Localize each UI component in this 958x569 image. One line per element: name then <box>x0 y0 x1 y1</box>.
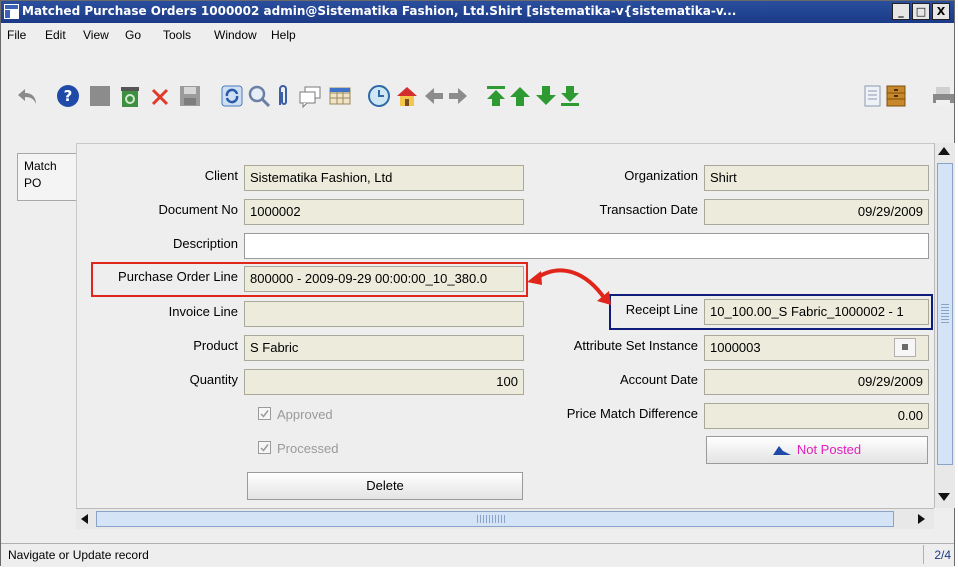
document-no-field[interactable]: 1000002 <box>244 199 524 225</box>
report-icon[interactable] <box>859 83 885 109</box>
history-icon[interactable] <box>366 83 392 109</box>
record-position[interactable]: 2/4 <box>923 545 953 564</box>
description-label: Description <box>172 236 238 251</box>
document-no-label: Document No <box>158 202 238 217</box>
refresh-icon[interactable] <box>219 83 245 109</box>
status-bar: Navigate or Update record 2/4 <box>1 543 954 567</box>
description-input[interactable] <box>244 233 929 259</box>
invoice-line-field[interactable] <box>244 301 524 327</box>
archive-icon[interactable] <box>883 83 909 109</box>
vertical-scrollbar[interactable] <box>934 143 955 508</box>
svg-text:?: ? <box>64 87 73 105</box>
menu-edit[interactable]: Edit <box>45 28 66 42</box>
save-icon[interactable] <box>177 83 203 109</box>
attribute-set-label: Attribute Set Instance <box>573 338 698 353</box>
approved-checkbox[interactable]: Approved <box>258 407 333 422</box>
not-posted-button[interactable]: Not Posted <box>706 436 928 464</box>
menu-view[interactable]: View <box>83 28 109 42</box>
organization-field[interactable]: Shirt <box>704 165 929 191</box>
home-icon[interactable] <box>394 83 420 109</box>
grid-toggle-icon[interactable] <box>327 83 353 109</box>
processed-checkbox[interactable]: Processed <box>258 441 338 456</box>
scroll-right-icon[interactable] <box>918 514 925 524</box>
menu-tools[interactable]: Tools <box>163 28 191 42</box>
scroll-down-icon[interactable] <box>938 493 950 501</box>
scroll-left-icon[interactable] <box>81 514 88 524</box>
account-date-field[interactable]: 09/29/2009 <box>704 369 929 395</box>
product-label: Product <box>193 338 238 353</box>
scroll-up-icon[interactable] <box>938 147 950 155</box>
organization-label: Organization <box>624 168 698 183</box>
menu-go[interactable]: Go <box>125 28 141 42</box>
approved-check-icon <box>258 407 271 420</box>
application-window: Matched Purchase Orders 1000002 admin@Si… <box>0 0 955 567</box>
detail-right-icon[interactable] <box>445 83 471 109</box>
product-field[interactable]: S Fabric <box>244 335 524 361</box>
tab-match-po[interactable]: Match PO <box>17 153 76 201</box>
transaction-date-label: Transaction Date <box>599 202 698 217</box>
thumb-grip-icon <box>941 304 949 324</box>
price-match-label: Price Match Difference <box>566 406 698 421</box>
title-bar: Matched Purchase Orders 1000002 admin@Si… <box>1 1 954 23</box>
maximize-button[interactable]: □ <box>912 3 930 20</box>
price-match-field[interactable]: 0.00 <box>704 403 929 429</box>
match-arrow-icon <box>527 268 611 305</box>
next-record-icon[interactable] <box>533 83 559 109</box>
first-record-icon[interactable] <box>483 83 509 109</box>
processed-check-icon <box>258 441 271 454</box>
last-record-icon[interactable] <box>557 83 583 109</box>
recycle-bin-icon[interactable] <box>117 83 143 109</box>
status-message: Navigate or Update record <box>8 548 149 562</box>
attribute-square-icon <box>902 344 908 350</box>
help-icon[interactable]: ? <box>55 83 81 109</box>
not-posted-label: Not Posted <box>796 442 862 457</box>
client-field[interactable]: Sistematika Fashion, Ltd <box>244 165 524 191</box>
horizontal-scrollbar[interactable] <box>76 508 934 529</box>
client-label: Client <box>204 168 238 183</box>
delete-x-icon[interactable] <box>147 83 173 109</box>
toolbar: ? <box>1 46 954 141</box>
processed-label: Processed <box>277 441 339 456</box>
close-button[interactable]: X <box>932 3 950 20</box>
print-icon[interactable] <box>931 83 954 109</box>
menu-bar: File Edit View Go Tools Window Help <box>1 23 954 46</box>
posting-chart-icon <box>772 446 791 455</box>
quantity-label: Quantity <box>189 372 238 387</box>
quantity-field[interactable]: 100 <box>244 369 524 395</box>
approved-label: Approved <box>277 407 333 422</box>
chat-icon[interactable] <box>297 83 323 109</box>
attribute-set-button[interactable] <box>894 338 916 357</box>
menu-help[interactable]: Help <box>271 28 296 42</box>
invoice-line-label: Invoice Line <box>168 304 238 319</box>
vertical-scroll-thumb[interactable] <box>937 163 953 465</box>
account-date-label: Account Date <box>619 372 698 387</box>
menu-window[interactable]: Window <box>214 28 257 42</box>
delete-button[interactable]: Delete <box>247 472 523 500</box>
window-title: Matched Purchase Orders 1000002 admin@Si… <box>22 4 737 18</box>
horizontal-scroll-thumb[interactable] <box>96 511 894 527</box>
menu-file[interactable]: File <box>7 28 26 42</box>
parent-left-icon[interactable] <box>421 83 447 109</box>
transaction-date-field[interactable]: 09/29/2009 <box>704 199 929 225</box>
receipt-line-highlight <box>609 294 933 330</box>
minimize-button[interactable]: _ <box>892 3 910 20</box>
previous-record-icon[interactable] <box>507 83 533 109</box>
attachment-icon[interactable] <box>269 83 295 109</box>
new-record-icon[interactable] <box>87 83 113 109</box>
undo-icon[interactable] <box>15 83 41 109</box>
window-app-icon <box>4 4 19 19</box>
hthumb-grip-icon <box>477 515 507 523</box>
po-line-highlight <box>91 262 528 297</box>
